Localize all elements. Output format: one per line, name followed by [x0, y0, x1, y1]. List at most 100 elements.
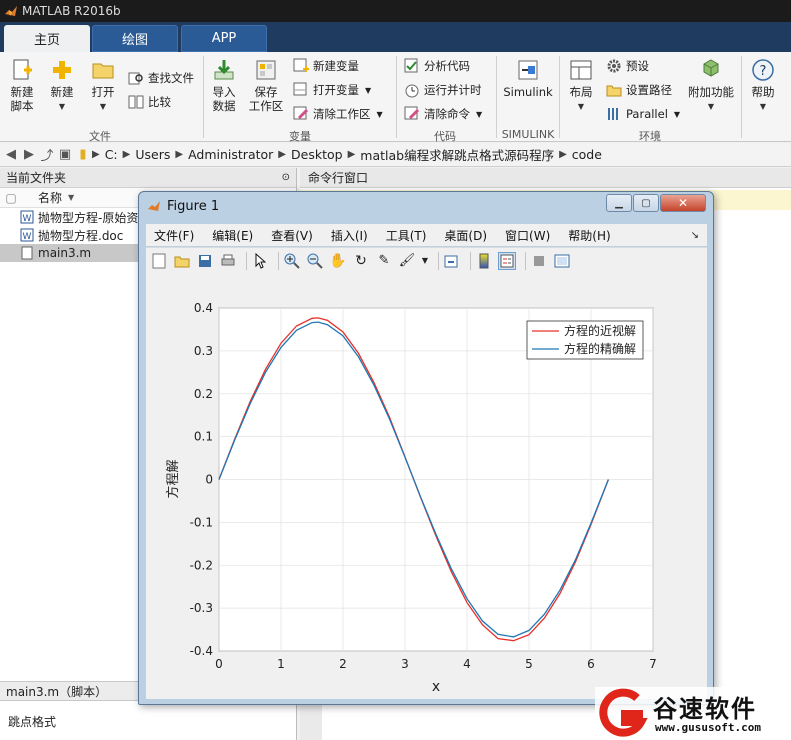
- legend-icon[interactable]: [498, 251, 516, 270]
- simulink-icon: [518, 60, 538, 80]
- legend-label-exact: 方程的精确解: [564, 341, 636, 356]
- layout-button[interactable]: 布局 ▼: [564, 58, 598, 114]
- import-icon: [214, 60, 234, 80]
- crumb-users[interactable]: Users: [135, 147, 170, 162]
- menu-edit[interactable]: 编辑(E): [212, 227, 253, 244]
- new-variable-button[interactable]: 新建变量: [293, 58, 359, 74]
- menu-window[interactable]: 窗口(W): [505, 227, 550, 244]
- analyze-code-button[interactable]: 分析代码: [404, 58, 470, 74]
- y-tick-label: -0.1: [190, 515, 213, 529]
- new-figure-icon[interactable]: [150, 252, 168, 270]
- brush-dropdown-icon[interactable]: ▼: [421, 252, 429, 270]
- figure-toolbar: ✋ ↻ ✎ 🖌 ▼: [146, 247, 707, 273]
- tab-apps[interactable]: APP: [181, 25, 267, 52]
- crumb-separator: ▶: [347, 149, 356, 160]
- toolbar-separator: [470, 251, 471, 270]
- link-plot-icon[interactable]: [443, 252, 461, 270]
- crumb-desktop[interactable]: Desktop: [291, 147, 343, 162]
- x-tick-label: 0: [215, 657, 223, 671]
- compare-button[interactable]: 比较: [128, 94, 171, 110]
- pan-hand-icon[interactable]: ✋: [329, 252, 347, 270]
- colorbar-icon[interactable]: [475, 252, 493, 270]
- details-description: 跳点格式: [8, 715, 57, 729]
- close-button[interactable]: ✕: [660, 194, 706, 212]
- new-script-button[interactable]: 新建 脚本: [6, 58, 38, 113]
- open-variable-icon: [293, 82, 307, 96]
- back-arrow-icon[interactable]: ◀: [2, 146, 20, 164]
- menu-insert[interactable]: 插入(I): [331, 227, 368, 244]
- tab-home[interactable]: 主页: [4, 25, 90, 52]
- crumb-drive[interactable]: C:: [105, 147, 118, 162]
- brush-icon[interactable]: 🖌: [398, 252, 416, 270]
- zoom-in-icon[interactable]: [283, 252, 301, 270]
- hide-plot-tools-icon[interactable]: [530, 252, 548, 270]
- current-folder-address-bar: ◀ ▶ ⤴ ▣ ▮ ▶ C: ▶ Users ▶ Administrator ▶…: [0, 143, 791, 167]
- parallel-button[interactable]: Parallel ▼: [606, 106, 680, 122]
- maximize-button[interactable]: ▢: [633, 194, 659, 212]
- line-chart: 0 1 2 3 4 5 6 7 -0.4 -0.3 -0.2 -0.1 0 0.1 0.2 0.3 0.4 x…: [165, 301, 657, 695]
- set-path-button[interactable]: 设置路径: [606, 82, 672, 98]
- find-files-button[interactable]: 查找文件: [128, 70, 194, 86]
- crumb-project-folder[interactable]: matlab编程求解跳点格式源码程序: [360, 145, 554, 164]
- minimize-button[interactable]: ▁: [606, 194, 632, 212]
- plus-icon: [53, 61, 71, 79]
- legend[interactable]: 方程的近视解 方程的精确解: [526, 320, 644, 360]
- browse-folder-icon[interactable]: ▣: [56, 146, 74, 164]
- clear-workspace-button[interactable]: 清除工作区 ▼: [293, 106, 383, 122]
- compare-icon: [128, 95, 144, 109]
- x-tick-label: 3: [401, 657, 409, 671]
- menu-file[interactable]: 文件(F): [154, 227, 194, 244]
- data-cursor-icon[interactable]: ✎: [375, 252, 393, 270]
- forward-arrow-icon[interactable]: ▶: [20, 146, 38, 164]
- open-variable-button[interactable]: 打开变量 ▼: [293, 82, 371, 98]
- save-icon[interactable]: [196, 252, 214, 270]
- simulink-button[interactable]: Simulink: [503, 58, 553, 99]
- current-folder-header: 当前文件夹 ⊙: [0, 168, 296, 188]
- zoom-out-icon[interactable]: [306, 252, 324, 270]
- print-icon[interactable]: [219, 252, 237, 270]
- folder-icon: ▮: [79, 147, 87, 162]
- y-tick-label: -0.3: [190, 601, 213, 615]
- menu-help[interactable]: 帮助(H): [568, 227, 610, 244]
- crumb-separator: ▶: [92, 149, 100, 160]
- menu-desktop[interactable]: 桌面(D): [444, 227, 487, 244]
- open-file-icon[interactable]: [173, 252, 191, 270]
- save-workspace-button[interactable]: 保存 工作区: [246, 58, 286, 113]
- x-tick-label: 6: [587, 657, 595, 671]
- panel-menu-icon[interactable]: ⊙: [282, 172, 290, 183]
- watermark-url: www.gususoft.com: [655, 721, 761, 734]
- help-icon: ?: [752, 59, 774, 81]
- x-tick-label: 5: [525, 657, 533, 671]
- watermark-logo-icon: [599, 688, 648, 737]
- tab-plots[interactable]: 绘图: [92, 25, 178, 52]
- clear-commands-button[interactable]: 清除命令 ▼: [404, 106, 482, 122]
- toolbar-separator: [246, 251, 247, 270]
- word-doc-icon: W: [20, 210, 34, 224]
- up-folder-icon[interactable]: ⤴: [38, 146, 56, 164]
- group-separator: [203, 56, 204, 138]
- addons-icon: [703, 59, 719, 77]
- x-tick-label: 2: [339, 657, 347, 671]
- menubar-expand-icon[interactable]: ↘: [691, 230, 699, 241]
- run-and-time-button[interactable]: 运行并计时: [404, 82, 482, 98]
- addons-button[interactable]: 附加功能 ▼: [688, 58, 734, 114]
- rotate-3d-icon[interactable]: ↻: [352, 252, 370, 270]
- x-tick-labels: 0 1 2 3 4 5 6 7: [215, 657, 657, 671]
- pointer-icon[interactable]: [251, 252, 269, 270]
- gear-icon: [607, 59, 621, 73]
- show-plot-tools-icon[interactable]: [553, 252, 571, 270]
- group-label-environment: 环境: [639, 130, 661, 143]
- new-button[interactable]: 新建 ▼: [45, 58, 79, 114]
- svg-text:W: W: [23, 232, 32, 242]
- menu-view[interactable]: 查看(V): [271, 227, 313, 244]
- help-button[interactable]: ? 帮助 ▼: [748, 58, 778, 114]
- preferences-button[interactable]: 预设: [606, 58, 649, 74]
- open-button[interactable]: 打开 ▼: [86, 58, 120, 114]
- crumb-administrator[interactable]: Administrator: [188, 147, 273, 162]
- crumb-separator: ▶: [122, 149, 131, 160]
- figure-menubar: 文件(F) 编辑(E) 查看(V) 插入(I) 工具(T) 桌面(D) 窗口(W…: [146, 224, 707, 246]
- crumb-code[interactable]: code: [572, 147, 602, 162]
- figure-window: Figure 1 ▁ ▢ ✕ 文件(F) 编辑(E) 查看(V) 插入(I) 工…: [138, 191, 714, 705]
- menu-tools[interactable]: 工具(T): [386, 227, 427, 244]
- import-data-button[interactable]: 导入 数据: [206, 58, 242, 113]
